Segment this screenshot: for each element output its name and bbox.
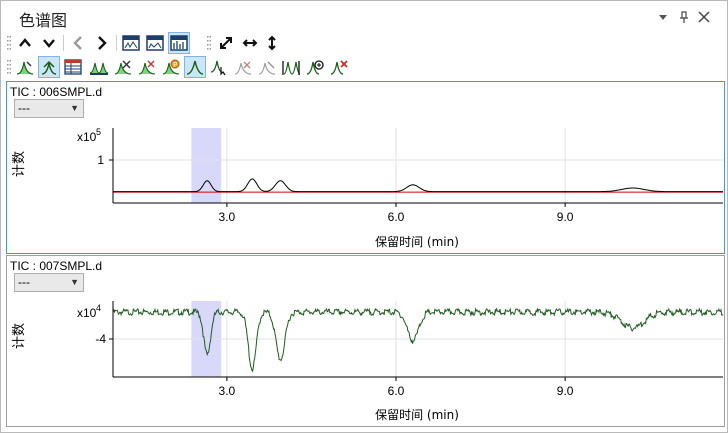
- y-multiplier: x10: [77, 306, 97, 320]
- peak-tool-2-icon[interactable]: [38, 56, 60, 78]
- expand-vertical-icon[interactable]: [261, 32, 283, 54]
- peak-toolbar: P: [1, 55, 727, 79]
- x-tick-label: 6.0: [388, 384, 405, 398]
- chromatogram-window: 色谱图 P TIC: 006SMPL.d --- ▼ 计数 x10 5 1 3…: [0, 0, 728, 433]
- peak-tool-1-icon[interactable]: [14, 56, 36, 78]
- chromatogram-panel-1[interactable]: TIC : 006SMPL.d --- ▼ 计数 x10 5 1 3.0 6.0…: [6, 81, 725, 254]
- peak-tool-7-icon[interactable]: P: [160, 56, 182, 78]
- spectrum-zoom-1-icon[interactable]: [120, 32, 142, 54]
- peak-integrate-icon[interactable]: [88, 56, 110, 78]
- title-bar: 色谱图: [1, 1, 727, 31]
- peak-tool-6-icon[interactable]: [136, 56, 158, 78]
- chevron-right-icon[interactable]: [91, 32, 113, 54]
- close-icon[interactable]: [697, 10, 711, 24]
- pin-icon[interactable]: [677, 10, 691, 24]
- peak-tool-5-icon[interactable]: [112, 56, 134, 78]
- y-tick-label: 1: [97, 153, 104, 167]
- chromatogram-chart-1[interactable]: 计数 x10 5 1 3.0 6.0 9.0 保留时间 (min): [7, 82, 724, 253]
- peak-tool-9-icon[interactable]: [208, 56, 230, 78]
- peak-tool-14-icon[interactable]: [328, 56, 350, 78]
- peak-tool-13-icon[interactable]: [304, 56, 326, 78]
- y-multiplier: x10: [77, 130, 97, 144]
- navigation-toolbar: [1, 31, 727, 55]
- chromatogram-panel-2[interactable]: TIC : 007SMPL.d --- ▼ 计数 x10 4 -4 3.0 6.…: [6, 255, 725, 427]
- window-title: 色谱图: [19, 11, 68, 30]
- y-exponent: 5: [96, 127, 101, 137]
- x-axis-title: 保留时间 (min): [375, 235, 459, 249]
- toolbar-separator: [63, 35, 64, 51]
- x-tick-label: 3.0: [219, 210, 236, 224]
- y-exponent: 4: [96, 303, 101, 313]
- toolbar-separator: [116, 35, 117, 51]
- x-tick-label: 9.0: [557, 384, 574, 398]
- dropdown-arrow-icon[interactable]: [656, 10, 670, 24]
- x-tick-label: 6.0: [388, 210, 405, 224]
- chevron-up-icon[interactable]: [14, 32, 36, 54]
- x-tick-label: 9.0: [557, 210, 574, 224]
- spectrum-zoom-3-icon[interactable]: [168, 32, 190, 54]
- peak-tool-10-icon[interactable]: [232, 56, 254, 78]
- y-tick-label: -4: [95, 332, 106, 346]
- toolbar-grip-icon[interactable]: [207, 35, 211, 51]
- y-axis-title: 计数: [12, 151, 27, 177]
- x-axis-title: 保留时间 (min): [375, 408, 459, 422]
- chevron-left-icon[interactable]: [67, 32, 89, 54]
- chromatogram-chart-2[interactable]: 计数 x10 4 -4 3.0 6.0 9.0 保留时间 (min): [7, 256, 724, 426]
- y-axis-title: 计数: [12, 323, 27, 349]
- toolbar-grip-icon[interactable]: [7, 59, 11, 75]
- peak-tool-8-icon[interactable]: [184, 56, 206, 78]
- expand-horizontal-icon[interactable]: [239, 32, 261, 54]
- chevron-down-icon[interactable]: [38, 32, 60, 54]
- table-view-icon[interactable]: [62, 56, 84, 78]
- expand-diagonal-icon[interactable]: [215, 32, 237, 54]
- peak-tool-11-icon[interactable]: [256, 56, 278, 78]
- svg-text:P: P: [173, 61, 177, 69]
- x-tick-label: 3.0: [219, 384, 236, 398]
- spectrum-zoom-2-icon[interactable]: [144, 32, 166, 54]
- toolbar-grip-icon[interactable]: [7, 35, 11, 51]
- peak-tool-12-icon[interactable]: [280, 56, 302, 78]
